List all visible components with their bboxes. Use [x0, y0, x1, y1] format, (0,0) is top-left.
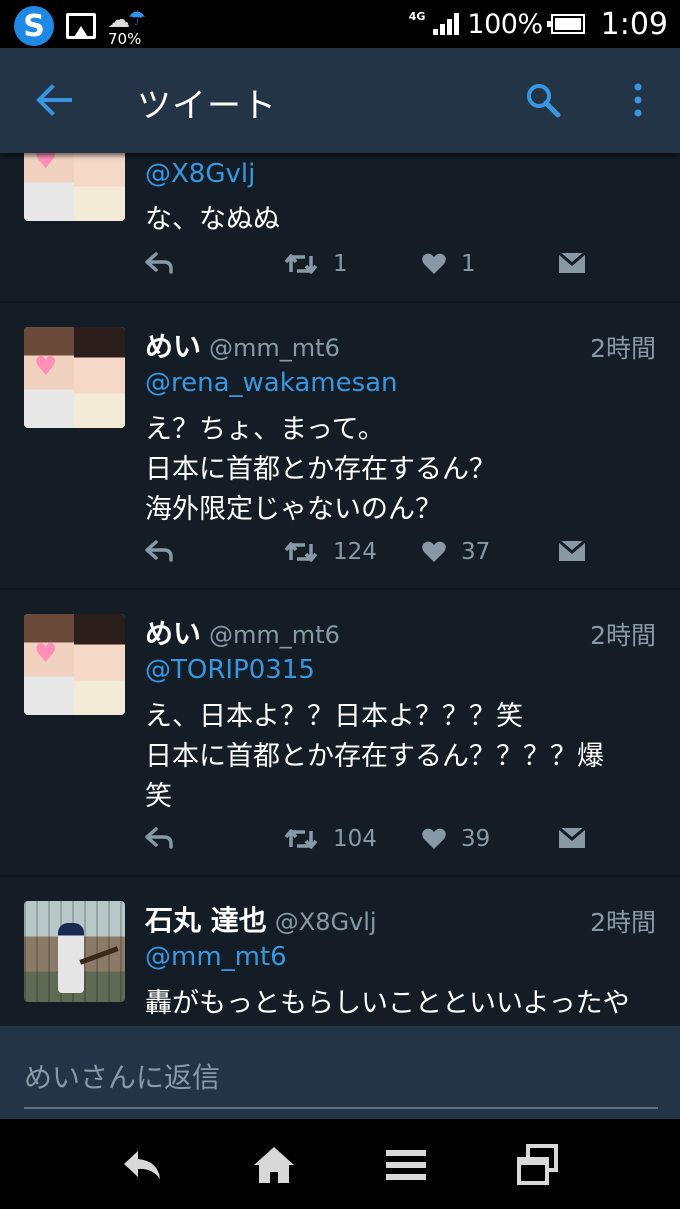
tweet-time: 2時間: [590, 334, 656, 363]
home-icon[interactable]: [252, 1143, 296, 1187]
reply-icon: [145, 252, 173, 274]
reply-bar[interactable]: めいさんに返信: [0, 1026, 680, 1119]
system-nav-bar: [0, 1119, 680, 1209]
reply-icon: [145, 540, 173, 562]
app-s-icon: S: [14, 6, 54, 46]
search-icon[interactable]: [525, 82, 561, 118]
reply-input[interactable]: めいさんに返信: [24, 1056, 220, 1096]
signal-icon: [433, 13, 460, 35]
like-button[interactable]: 37: [421, 539, 490, 565]
like-count: 1: [461, 251, 476, 277]
tweet-author-name[interactable]: 石丸 達也: [145, 899, 267, 939]
reply-icon: [145, 827, 173, 849]
like-button[interactable]: 39: [421, 826, 490, 852]
retweet-button[interactable]: 104: [283, 826, 377, 852]
tweet-feed[interactable]: ♥ @X8Gvlj な、なぬぬ 1 1 ♥ めい @mm_mt6 2時間 @re…: [0, 153, 680, 1026]
like-count: 37: [461, 539, 491, 565]
retweet-icon: [284, 829, 318, 849]
tweet-text-line: 笑: [145, 781, 172, 812]
tweet-item[interactable]: ♥ めい @mm_mt6 2時間 @rena_wakamesan え？ちょ、まっ…: [0, 303, 680, 589]
retweet-count: 1: [333, 251, 348, 277]
reply-button[interactable]: [144, 539, 174, 563]
tweet-author-handle[interactable]: @X8Gvlj: [275, 908, 377, 936]
tweet-item[interactable]: 石丸 達也 @X8Gvlj 2時間 @mm_mt6 轟がもっともらしいことといい…: [0, 877, 680, 1026]
retweet-icon: [284, 254, 318, 274]
direct-message-icon: [558, 826, 586, 848]
tweet-text-line: 轟がもっともらしいことといいよったや: [145, 988, 630, 1019]
weather-percent: 70%: [108, 30, 142, 48]
arrow-left-icon[interactable]: [36, 84, 72, 116]
retweet-count: 104: [333, 826, 377, 852]
tweet-text-line: え、日本よ？？日本よ？？？笑: [145, 701, 523, 732]
image-notification-icon: [66, 13, 96, 39]
tweet-time: 2時間: [590, 908, 656, 937]
network-type: 4G: [408, 9, 426, 23]
reply-input-underline: [24, 1107, 658, 1109]
like-count: 39: [461, 826, 491, 852]
heart-icon: [422, 828, 446, 849]
tweet-text-line: 海外限定じゃないのん？: [145, 494, 442, 525]
tweet-mention[interactable]: @mm_mt6: [145, 942, 287, 972]
direct-message-icon: [558, 251, 586, 273]
tweet-author-name[interactable]: めい: [145, 612, 201, 652]
avatar[interactable]: ♥: [24, 153, 125, 221]
tweet-item[interactable]: ♥ めい @mm_mt6 2時間 @TORIP0315 え、日本よ？？日本よ？？…: [0, 590, 680, 876]
tweet-mention[interactable]: @TORIP0315: [145, 655, 315, 685]
tweet-author-name[interactable]: めい: [145, 325, 201, 365]
dm-button[interactable]: [558, 539, 586, 563]
menu-icon[interactable]: [384, 1143, 428, 1187]
status-bar: S ☁ ☂ 70% 4G 100% 1:09: [0, 0, 680, 48]
app-header: ツイート: [0, 48, 680, 153]
reply-button[interactable]: [144, 251, 174, 275]
avatar[interactable]: [24, 901, 125, 1002]
battery-percent: 100%: [467, 8, 543, 40]
more-vertical-icon[interactable]: [630, 83, 646, 119]
tweet-text-line: な、なぬぬ: [145, 204, 280, 235]
avatar[interactable]: ♥: [24, 614, 125, 715]
direct-message-icon: [558, 539, 586, 561]
tweet-text-line: 日本に首都とか存在するん？？？？爆: [145, 741, 604, 772]
tweet-mention[interactable]: @rena_wakamesan: [145, 368, 398, 398]
page-title: ツイート: [137, 86, 277, 126]
tweet-author-handle[interactable]: @mm_mt6: [209, 621, 340, 649]
heart-icon: [422, 541, 446, 562]
retweet-button[interactable]: 1: [283, 251, 348, 277]
retweet-icon: [284, 542, 318, 562]
like-button[interactable]: 1: [421, 251, 476, 277]
tweet-item[interactable]: ♥ @X8Gvlj な、なぬぬ 1 1: [0, 153, 680, 302]
battery-icon: [546, 14, 585, 34]
tweet-text-line: 日本に首都とか存在するん？: [145, 454, 496, 485]
back-icon[interactable]: [120, 1143, 164, 1187]
tweet-mention[interactable]: @X8Gvlj: [145, 159, 255, 189]
retweet-button[interactable]: 124: [283, 539, 377, 565]
dm-button[interactable]: [558, 251, 586, 275]
tweet-author-handle[interactable]: @mm_mt6: [209, 334, 340, 362]
tweet-text-line: え？ちょ、まって。: [145, 414, 385, 445]
reply-button[interactable]: [144, 826, 174, 850]
weather-icon: ☁ ☂ 70%: [108, 6, 146, 48]
avatar[interactable]: ♥: [24, 327, 125, 428]
dm-button[interactable]: [558, 826, 586, 850]
heart-icon: [422, 253, 446, 274]
retweet-count: 124: [333, 539, 377, 565]
tweet-time: 2時間: [590, 621, 656, 650]
recent-apps-icon[interactable]: [516, 1143, 560, 1187]
clock: 1:09: [600, 6, 668, 42]
